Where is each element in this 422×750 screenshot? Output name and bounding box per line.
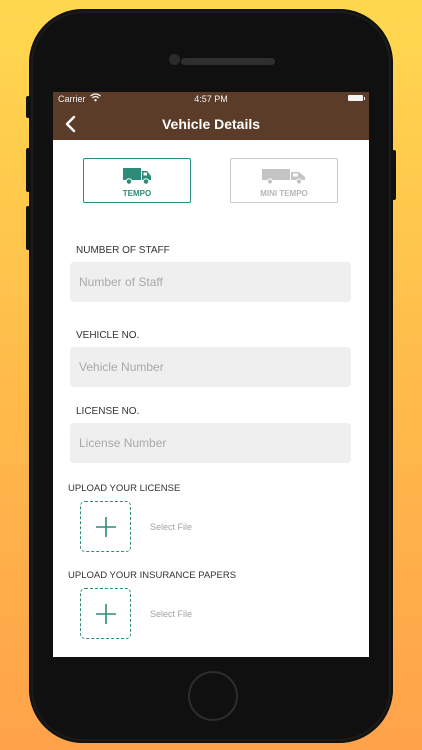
vehicle-type-tempo[interactable]: TEMPO — [83, 158, 191, 203]
battery-icon — [348, 95, 365, 101]
status-bar: Carrier 4:57 PM — [53, 92, 369, 106]
license-number-label: LICENSE NO. — [76, 406, 140, 417]
power-button — [392, 150, 396, 200]
staff-input[interactable] — [70, 262, 351, 302]
nav-header: Carrier 4:57 PM Vehicle Details — [53, 92, 369, 140]
vehicle-number-input[interactable] — [70, 347, 351, 387]
status-time: 4:57 PM — [194, 94, 228, 104]
plus-icon — [96, 517, 116, 537]
staff-label: NUMBER OF STAFF — [76, 245, 170, 256]
upload-license-label: UPLOAD YOUR LICENSE — [68, 483, 181, 494]
mute-switch — [26, 96, 30, 118]
page-title: Vehicle Details — [161, 116, 261, 132]
earpiece-speaker — [181, 58, 275, 65]
vehicle-type-label: MINI TEMPO — [260, 189, 308, 198]
upload-insurance-button[interactable] — [80, 588, 131, 639]
select-file-license[interactable]: Select File — [150, 522, 192, 532]
vehicle-number-label: VEHICLE NO. — [76, 330, 140, 341]
upload-license-button[interactable] — [80, 501, 131, 552]
select-file-insurance[interactable]: Select File — [150, 609, 192, 619]
plus-icon — [96, 604, 116, 624]
truck-icon — [123, 168, 151, 185]
pickup-truck-icon — [262, 169, 305, 185]
vehicle-type-label: TEMPO — [122, 189, 152, 198]
vehicle-type-mini-tempo[interactable]: MINI TEMPO — [230, 158, 338, 203]
front-camera — [169, 54, 180, 65]
license-number-input[interactable] — [70, 423, 351, 463]
volume-down-button — [26, 206, 30, 250]
home-button[interactable] — [188, 671, 238, 721]
app-screen: Carrier 4:57 PM Vehicle Details TEMPO MI… — [53, 92, 369, 657]
volume-up-button — [26, 148, 30, 192]
upload-insurance-label: UPLOAD YOUR INSURANCE PAPERS — [68, 570, 237, 581]
